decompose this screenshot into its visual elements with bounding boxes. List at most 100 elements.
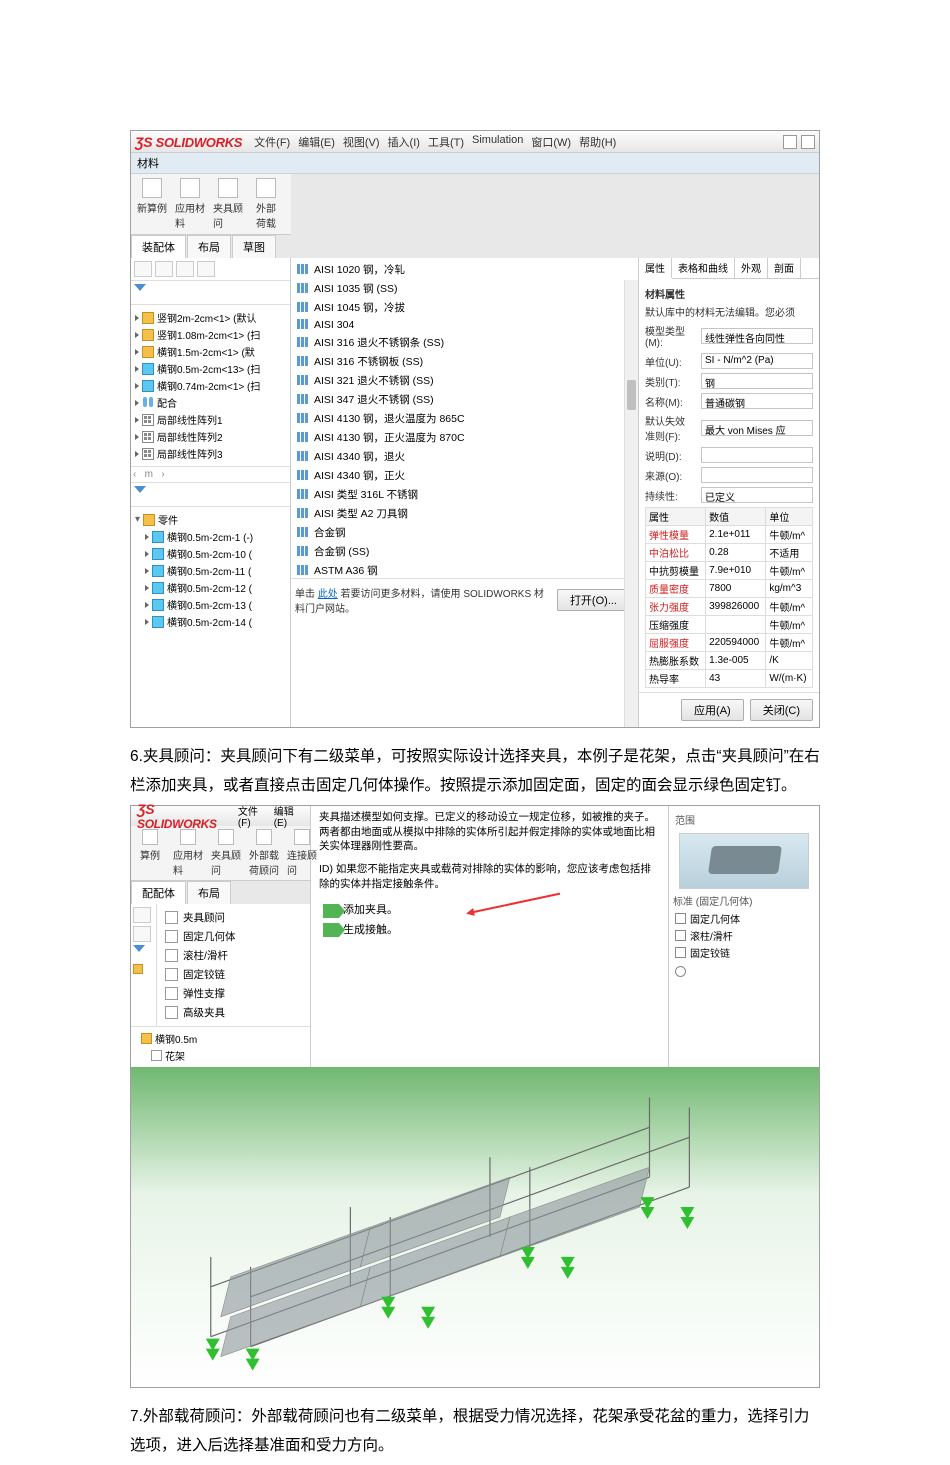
tree-item[interactable]: 竖钢1.08m-2cm<1> (扫 xyxy=(131,326,290,343)
tab-tables[interactable]: 表格和曲线 xyxy=(672,258,735,278)
standard-fixture-item[interactable]: 滚柱/滑杆 xyxy=(673,927,815,944)
study-button[interactable]: 算例 xyxy=(135,829,165,862)
part-item[interactable]: 横钢0.5m-2cm-11 ( xyxy=(141,562,290,579)
scroll-thumb[interactable] xyxy=(627,380,636,410)
tree-item[interactable]: 横钢0.74m-2cm<1> (扫 xyxy=(131,377,290,394)
material-item[interactable]: AISI 类型 316L 不锈钢 xyxy=(291,485,638,504)
tab-section[interactable]: 剖面 xyxy=(768,258,801,278)
tree-tool[interactable] xyxy=(197,261,215,277)
part-item[interactable]: 横钢0.5m-2cm-13 ( xyxy=(141,596,290,613)
fixture-menu-item[interactable]: 高级夹具 xyxy=(161,1003,306,1022)
menu-simulation[interactable]: Simulation xyxy=(472,134,523,150)
apply-material-button[interactable]: 应用材 料 xyxy=(175,178,205,230)
3d-viewport[interactable] xyxy=(131,1067,819,1387)
menu-help[interactable]: 帮助(H) xyxy=(579,134,616,150)
new-study-button[interactable]: 新算例 xyxy=(137,178,167,215)
material-item[interactable]: AISI 1035 钢 (SS) xyxy=(291,279,638,298)
tree-item[interactable]: 局部线性阵列3 xyxy=(131,445,290,462)
material-item[interactable]: AISI 304 xyxy=(291,317,638,333)
material-item[interactable]: ASTM A36 钢 xyxy=(291,561,638,578)
field-name[interactable]: 普通碳钢 xyxy=(701,393,813,409)
fixture-menu-item[interactable]: 固定几何体 xyxy=(161,927,306,946)
scrollbar[interactable] xyxy=(624,280,638,727)
tab-properties[interactable]: 属性 xyxy=(639,258,672,279)
material-item[interactable]: AISI 4130 钢，正火温度为 870C xyxy=(291,428,638,447)
tree-item[interactable]: 花架 xyxy=(137,1047,304,1064)
parts-node[interactable]: ▾零件 xyxy=(131,511,290,528)
color-icon[interactable] xyxy=(675,966,686,977)
close-button[interactable]: 关闭(C) xyxy=(750,699,813,721)
menu-insert[interactable]: 插入(I) xyxy=(388,134,420,150)
fixture-advisor-button[interactable]: 夹具顾 问 xyxy=(211,829,241,877)
material-item[interactable]: AISI 类型 A2 刀具钢 xyxy=(291,504,638,523)
external-load-button[interactable]: 外部 荷载 xyxy=(251,178,281,230)
material-item[interactable]: 合金钢 xyxy=(291,523,638,542)
field-unit[interactable]: SI - N/m^2 (Pa) xyxy=(701,353,813,369)
menu-edit[interactable]: 编辑(E) xyxy=(274,803,304,829)
tree-tool[interactable] xyxy=(176,261,194,277)
field-category[interactable]: 钢 xyxy=(701,373,813,389)
filter-icon[interactable] xyxy=(133,945,147,959)
tab-assembly[interactable]: 装配体 xyxy=(131,235,186,258)
tree-tool[interactable] xyxy=(134,261,152,277)
field-desc[interactable] xyxy=(701,447,813,463)
material-item[interactable]: AISI 316 退火不锈钢条 (SS) xyxy=(291,333,638,352)
tree-item[interactable]: 横钢0.5m-2cm<13> (扫 xyxy=(131,360,290,377)
tab-sketch[interactable]: 草图 xyxy=(232,235,276,258)
material-item[interactable]: AISI 4340 钢，正火 xyxy=(291,466,638,485)
tree-tool[interactable] xyxy=(133,926,151,942)
filter-icon[interactable] xyxy=(134,486,148,500)
title-icon[interactable] xyxy=(801,135,815,149)
fixture-menu-item[interactable]: 固定铰链 xyxy=(161,965,306,984)
tree-tool[interactable] xyxy=(155,261,173,277)
tree-item[interactable]: 横钢1.5m-2cm<1> (默 xyxy=(131,343,290,360)
fixture-menu-item[interactable]: 夹具顾问 xyxy=(161,908,306,927)
apply-mat-button[interactable]: 应用材 料 xyxy=(173,829,203,877)
tab-appearance[interactable]: 外观 xyxy=(735,258,768,278)
menu-file[interactable]: 文件(F) xyxy=(238,803,268,829)
menu-edit[interactable]: 编辑(E) xyxy=(298,134,335,150)
fixture-advisor-button[interactable]: 夹具顾 问 xyxy=(213,178,243,230)
material-item[interactable]: AISI 1045 钢，冷拔 xyxy=(291,298,638,317)
material-item[interactable]: AISI 1020 钢，冷轧 xyxy=(291,260,638,279)
generate-contact-link[interactable]: 生成接触。 xyxy=(319,921,660,940)
tab-layout[interactable]: 布局 xyxy=(187,881,231,904)
material-portal-link[interactable]: 此处 xyxy=(318,589,338,600)
tree-item[interactable]: 竖钢2m-2cm<1> (默认 xyxy=(131,309,290,326)
part-item[interactable]: 横钢0.5m-2cm-14 ( xyxy=(141,613,290,630)
fixture-menu-item[interactable]: 滚柱/滑杆 xyxy=(161,946,306,965)
material-item[interactable]: AISI 4340 钢，退火 xyxy=(291,447,638,466)
part-item[interactable]: 横钢0.5m-2cm-1 (-) xyxy=(141,528,290,545)
menu-tools[interactable]: 工具(T) xyxy=(428,134,464,150)
menu-view[interactable]: 视图(V) xyxy=(343,134,380,150)
field-model-type[interactable]: 线性弹性各向同性 xyxy=(701,328,813,344)
filter-icon[interactable] xyxy=(134,284,148,298)
tree-item[interactable]: 局部线性阵列1 xyxy=(131,411,290,428)
field-source[interactable] xyxy=(701,467,813,483)
load-advisor-button[interactable]: 外部载 荷顾问 xyxy=(249,829,279,877)
material-item[interactable]: AISI 4130 钢，退火温度为 865C xyxy=(291,409,638,428)
menu-file[interactable]: 文件(F) xyxy=(254,134,290,150)
material-item[interactable]: AISI 347 退火不锈钢 (SS) xyxy=(291,390,638,409)
fixture-menu-item[interactable]: 弹性支撑 xyxy=(161,984,306,1003)
open-button[interactable]: 打开(O)... xyxy=(557,589,630,611)
tree-item[interactable]: 局部线性阵列2 xyxy=(131,428,290,445)
material-item[interactable]: AISI 321 退火不锈钢 (SS) xyxy=(291,371,638,390)
material-item[interactable]: AISI 316 不锈钢板 (SS) xyxy=(291,352,638,371)
menu-window[interactable]: 窗口(W) xyxy=(531,134,571,150)
tree-tool[interactable] xyxy=(133,907,151,923)
field-sustain[interactable]: 已定义 xyxy=(701,487,813,503)
part-item[interactable]: 横钢0.5m-2cm-12 ( xyxy=(141,579,290,596)
title-icon[interactable] xyxy=(783,135,797,149)
tree-item[interactable]: 配合 xyxy=(131,394,290,411)
standard-fixture-item[interactable]: 固定铰链 xyxy=(673,944,815,961)
field-failure[interactable]: 最大 von Mises 应 xyxy=(701,420,813,436)
part-item[interactable]: 横钢0.5m-2cm-10 ( xyxy=(141,545,290,562)
standard-fixture-item[interactable]: 固定几何体 xyxy=(673,910,815,927)
tab-assembly[interactable]: 配配体 xyxy=(131,881,186,904)
tab-layout[interactable]: 布局 xyxy=(187,235,231,258)
add-fixture-link[interactable]: 添加夹具。 xyxy=(319,901,660,920)
apply-button[interactable]: 应用(A) xyxy=(681,699,744,721)
tree-item[interactable]: 横钢0.5m xyxy=(137,1030,304,1047)
material-item[interactable]: 合金钢 (SS) xyxy=(291,542,638,561)
